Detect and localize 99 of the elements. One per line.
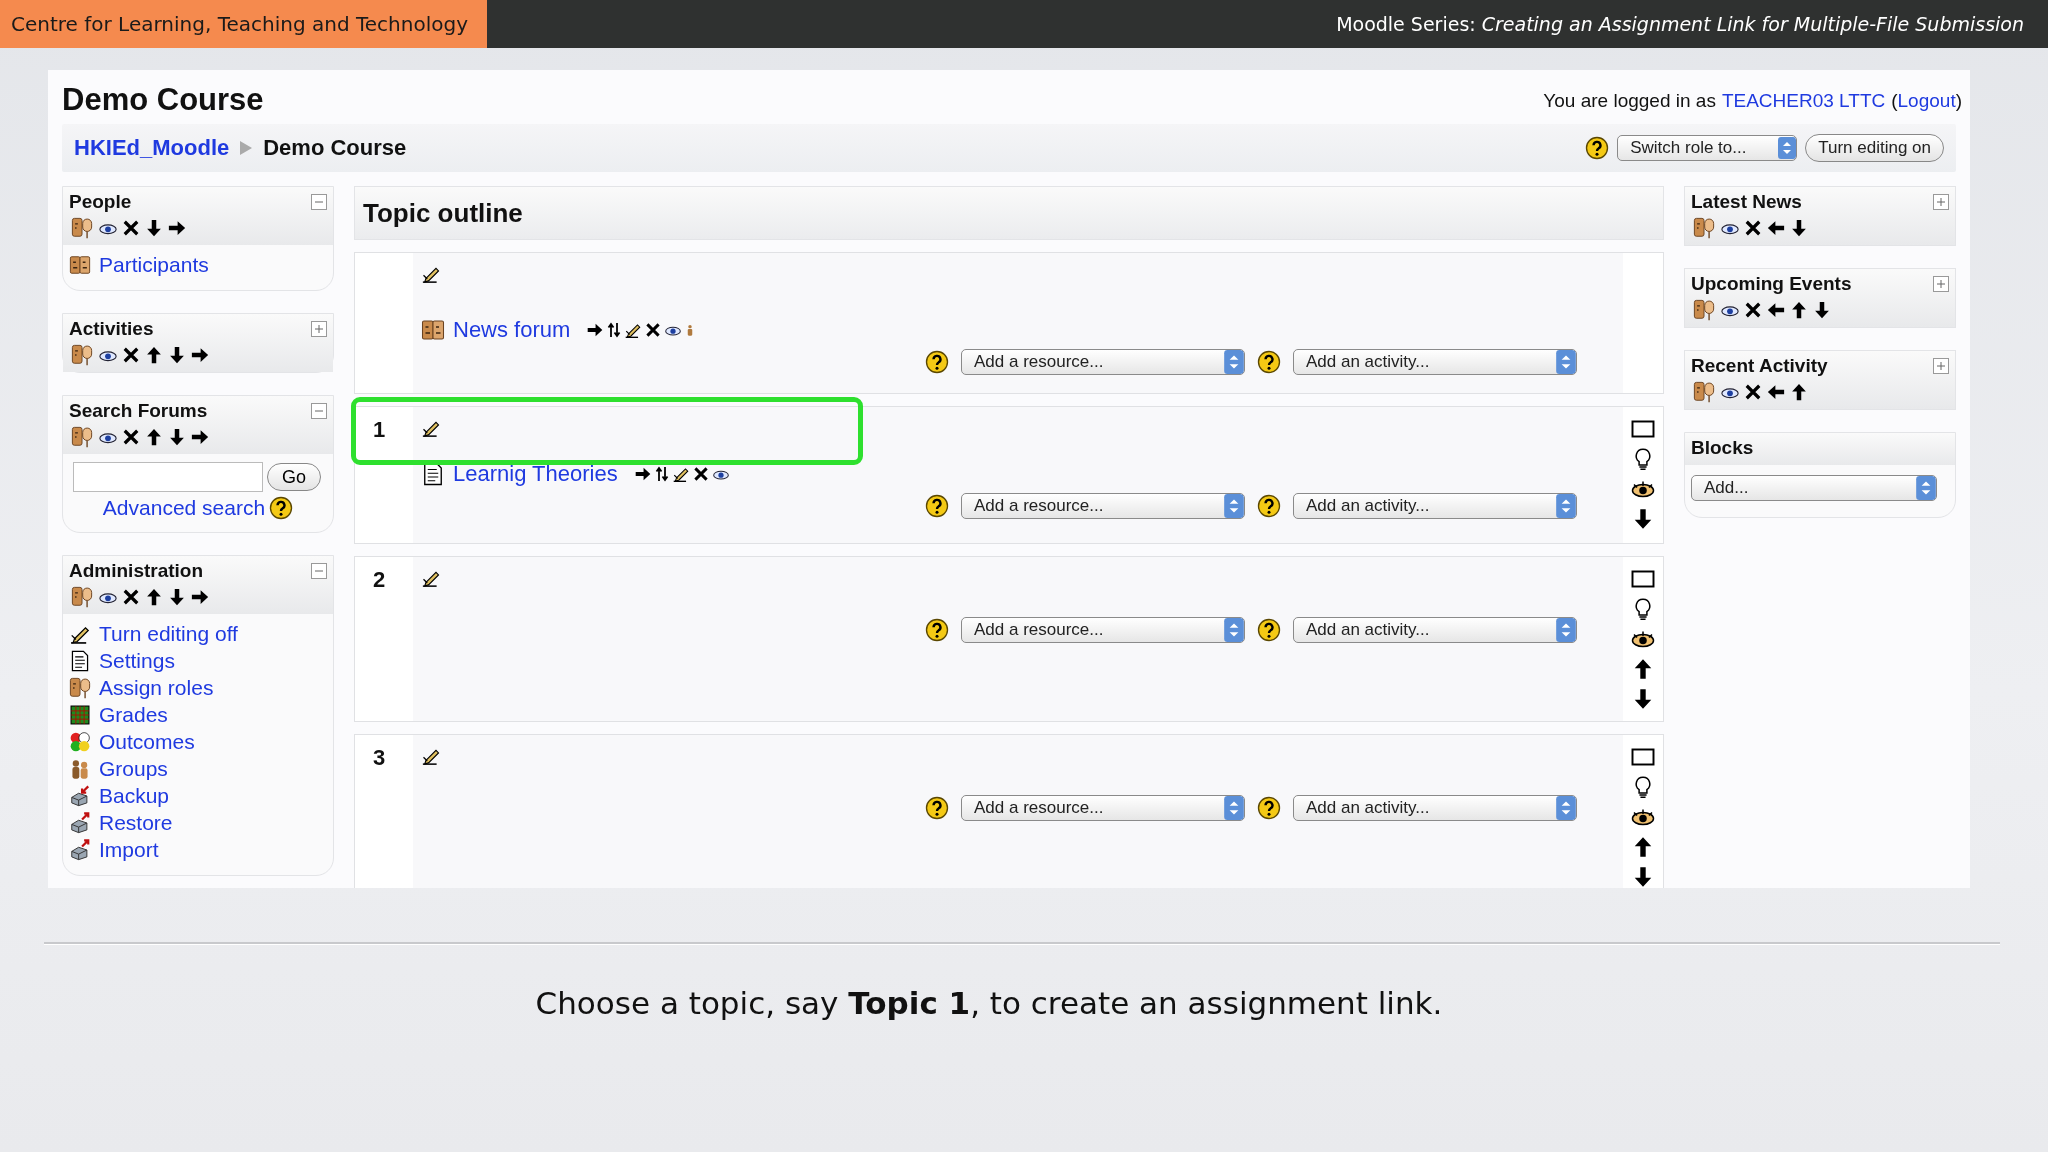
sidebar-link[interactable]: Backup [99, 782, 170, 809]
sidebar-link[interactable]: Groups [99, 755, 168, 782]
stepper-icon[interactable] [1224, 618, 1244, 642]
sidebar-link[interactable]: Outcomes [99, 728, 195, 755]
block-title: Blocks [1691, 437, 1754, 459]
search-field[interactable] [73, 462, 263, 492]
block-title: Upcoming Events [1691, 273, 1852, 295]
series-title: Moodle Series: Creating an Assignment Link for Multiple-File Submission [1336, 13, 2025, 35]
add-resource-dropdown[interactable]: Add a resource... [961, 349, 1245, 375]
help-icon[interactable] [925, 494, 949, 518]
stepper-icon[interactable] [1556, 494, 1576, 518]
up-down-arrows-icon[interactable] [653, 464, 670, 484]
advanced-search-link[interactable]: Advanced search [102, 496, 266, 520]
add-activity-dropdown[interactable]: Add an activity... [1293, 493, 1577, 519]
box-icon [69, 838, 91, 861]
block-title: Search Forums [69, 400, 208, 422]
circles-icon [69, 730, 91, 753]
help-icon[interactable] [925, 618, 949, 642]
login-text: You are logged in as [1543, 90, 1716, 112]
block-title: Recent Activity [1691, 355, 1828, 377]
help-icon[interactable] [1257, 618, 1281, 642]
logout-link[interactable]: Logout [1897, 90, 1956, 112]
document-icon [69, 649, 91, 672]
stepper-icon[interactable] [1778, 137, 1797, 159]
up-down-arrows-icon[interactable] [606, 320, 623, 340]
faces-icon[interactable] [69, 217, 95, 239]
user-link[interactable]: TEACHER03 LTTC [1721, 90, 1886, 112]
stepper-icon[interactable] [1556, 796, 1576, 820]
switch-role-dropdown[interactable]: Switch role to... [1617, 135, 1798, 161]
sidebar-link[interactable]: Participants [99, 251, 209, 278]
parenthesis: ( [1891, 90, 1898, 112]
help-icon[interactable] [1585, 136, 1610, 160]
faces-icon[interactable] [69, 344, 95, 366]
faces-icon[interactable] [69, 586, 95, 608]
expand-icon[interactable] [1933, 276, 1949, 292]
turn-editing-on-button[interactable]: Turn editing on [1805, 134, 1944, 162]
box-icon [69, 811, 91, 834]
faces-icon[interactable] [1691, 217, 1717, 239]
cross-icon[interactable] [644, 320, 663, 340]
stepper-icon[interactable] [1224, 494, 1244, 518]
sidebar-link[interactable]: Assign roles [99, 674, 214, 701]
section-number: 1 [373, 417, 386, 442]
help-icon[interactable] [269, 496, 294, 520]
group-icon [69, 757, 91, 780]
stepper-icon[interactable] [1556, 350, 1576, 374]
stepper-icon[interactable] [1224, 796, 1244, 820]
block-title: Latest News [1691, 191, 1802, 213]
stepper-icon[interactable] [1556, 618, 1576, 642]
collapse-icon[interactable] [311, 194, 327, 210]
document-icon [421, 462, 445, 486]
add-activity-dropdown[interactable]: Add an activity... [1293, 617, 1577, 643]
faces-icon [69, 253, 91, 276]
help-icon[interactable] [1257, 796, 1281, 820]
activity-link[interactable]: News forum [453, 317, 571, 343]
sidebar-link[interactable]: Turn editing off [99, 620, 238, 647]
faces-icon[interactable] [1691, 299, 1717, 321]
faces-icon[interactable] [1691, 381, 1717, 403]
caption-text: Choose a topic, say Topic 1, to create an assignment link. [534, 985, 1444, 1021]
activity-link[interactable]: Learnig Theories [453, 461, 618, 487]
grid-icon [69, 703, 91, 726]
expand-icon[interactable] [1933, 194, 1949, 210]
add-block-dropdown[interactable]: Add... [1691, 475, 1937, 501]
help-icon[interactable] [925, 796, 949, 820]
help-icon[interactable] [925, 350, 949, 374]
block-title: Administration [69, 560, 204, 582]
add-activity-dropdown[interactable]: Add an activity... [1293, 349, 1577, 375]
add-resource-dropdown[interactable]: Add a resource... [961, 493, 1245, 519]
add-resource-dropdown[interactable]: Add a resource... [961, 617, 1245, 643]
organisation-name: Centre for Learning, Teaching and Technology [0, 0, 487, 48]
add-resource-dropdown[interactable]: Add a resource... [961, 795, 1245, 821]
course-title: Demo Course [62, 82, 264, 118]
add-activity-dropdown[interactable]: Add an activity... [1293, 795, 1577, 821]
breadcrumb-link[interactable]: HKIEd_Moodle [74, 135, 230, 161]
go-button[interactable]: Go [267, 463, 321, 491]
block-title: People [69, 191, 132, 213]
collapse-icon[interactable] [311, 403, 327, 419]
help-icon[interactable] [1257, 350, 1281, 374]
cross-icon[interactable] [691, 464, 710, 484]
sidebar-link[interactable]: Restore [99, 809, 173, 836]
section-number: 2 [373, 567, 386, 592]
topic-outline-title: Topic outline [363, 197, 523, 229]
sidebar-link[interactable]: Import [99, 836, 159, 863]
collapse-icon[interactable] [311, 563, 327, 579]
box-icon [69, 784, 91, 807]
stepper-icon[interactable] [1224, 350, 1244, 374]
faces-icon [69, 676, 91, 699]
help-icon[interactable] [1257, 494, 1281, 518]
expand-icon[interactable] [1933, 358, 1949, 374]
breadcrumb-current: Demo Course [263, 135, 407, 161]
parenthesis: ) [1955, 90, 1962, 112]
sidebar-link[interactable]: Grades [99, 701, 168, 728]
separator-icon [239, 140, 254, 156]
section-number: 3 [373, 745, 386, 770]
sidebar-link[interactable]: Settings [99, 647, 175, 674]
faces-icon [421, 318, 445, 342]
block-title: Activities [69, 318, 154, 340]
faces-icon[interactable] [69, 426, 95, 448]
expand-icon[interactable] [311, 321, 327, 337]
stepper-icon[interactable] [1916, 476, 1936, 500]
